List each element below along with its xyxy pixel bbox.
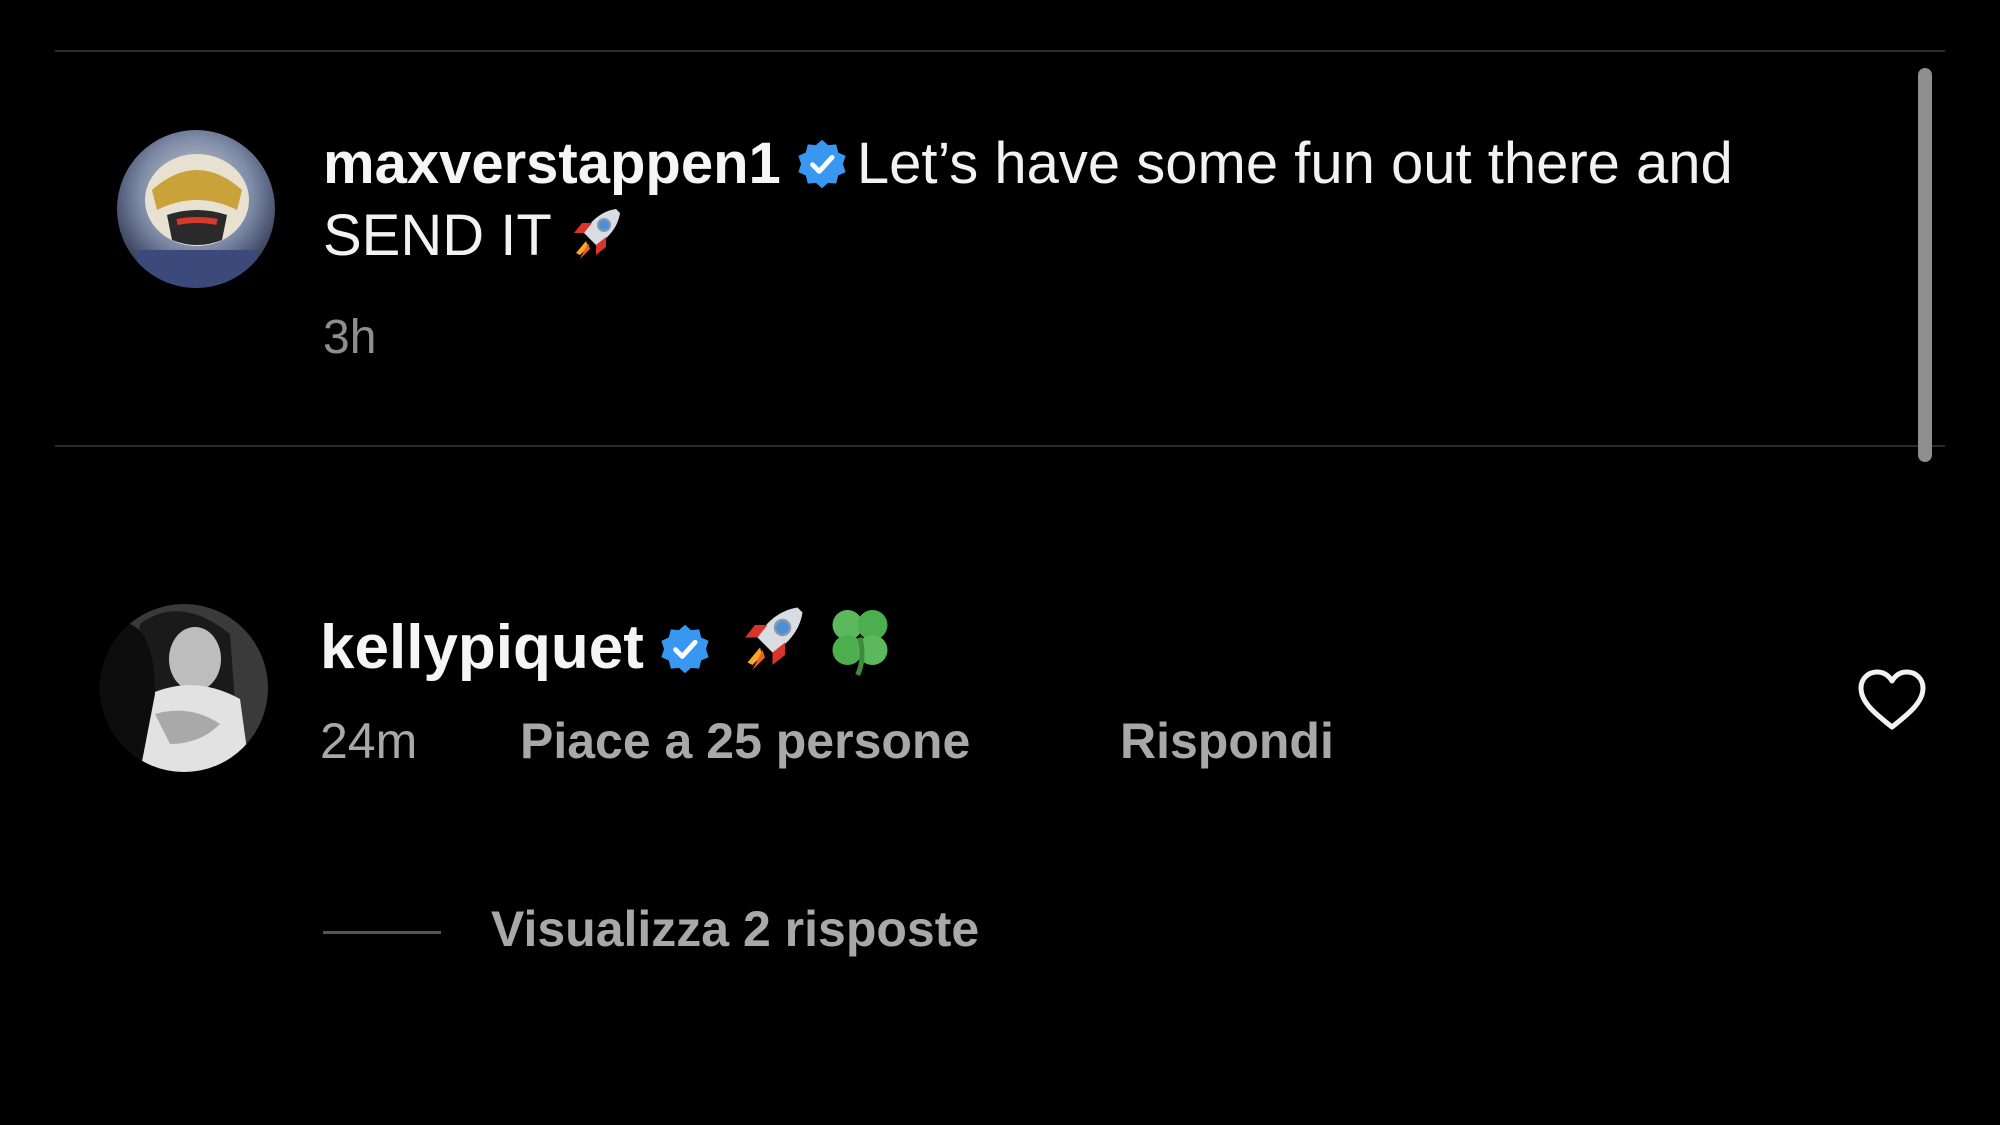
- avatar-kellypiquet[interactable]: [100, 604, 268, 772]
- four-leaf-clover-emoji-icon: [820, 600, 900, 700]
- post-caption: maxverstappen1 Let’s have some fun out th…: [323, 128, 1883, 284]
- comment-meta: 24m Piace a 25 persone Rispondi: [320, 712, 1334, 770]
- replies-line: [323, 931, 441, 935]
- comment-body: kellypiquet: [320, 600, 900, 700]
- view-replies-button[interactable]: Visualizza 2 risposte: [323, 900, 979, 958]
- rocket-emoji-icon: [730, 600, 810, 700]
- rocket-emoji-icon: [562, 203, 626, 284]
- comment-username[interactable]: kellypiquet: [320, 613, 644, 682]
- comment-timestamp: 24m: [320, 713, 418, 769]
- heart-icon[interactable]: [1857, 669, 1927, 731]
- likes-count-link[interactable]: Piace a 25 persone: [520, 712, 1120, 770]
- reply-button[interactable]: Rispondi: [1120, 712, 1334, 770]
- post-timestamp: 3h: [323, 311, 377, 364]
- verified-badge-icon: [658, 616, 712, 674]
- comments-screen: maxverstappen1 Let’s have some fun out th…: [0, 0, 2000, 1125]
- top-divider: [55, 50, 1945, 52]
- verified-badge-icon: [795, 136, 849, 190]
- caption-divider: [55, 445, 1945, 447]
- post-username[interactable]: maxverstappen1: [323, 131, 781, 196]
- avatar-maxverstappen1[interactable]: [117, 130, 275, 288]
- view-replies-label: Visualizza 2 risposte: [491, 901, 980, 957]
- scrollbar[interactable]: [1918, 68, 1932, 462]
